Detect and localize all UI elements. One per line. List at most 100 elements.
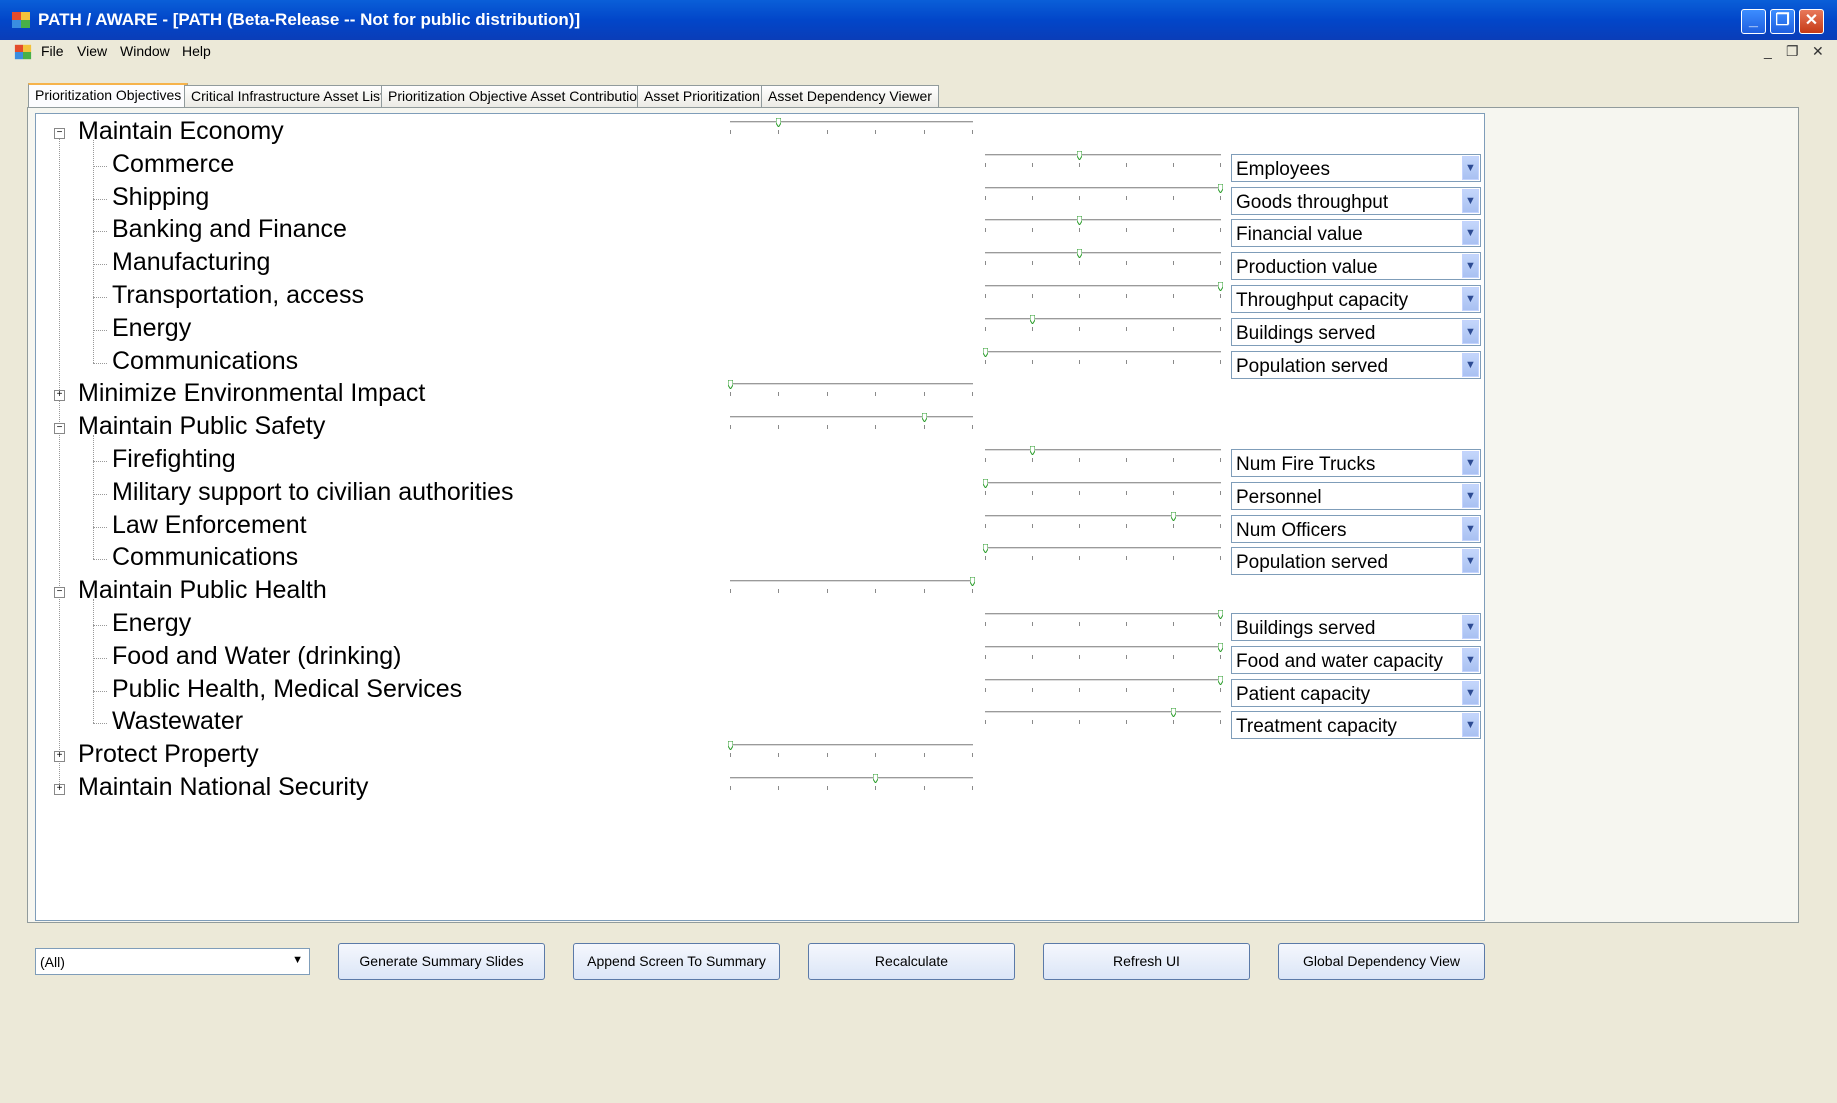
weight-slider[interactable] — [985, 249, 1221, 266]
slider-thumb[interactable] — [1218, 183, 1223, 193]
measure-dropdown[interactable]: Buildings served ▼ — [1231, 317, 1481, 346]
menu-help[interactable]: Help — [182, 43, 211, 59]
tree-node-subobjective[interactable]: Public Health, Medical Services — [112, 675, 462, 704]
weight-slider[interactable] — [730, 413, 973, 430]
measure-dropdown[interactable]: Num Fire Trucks ▼ — [1231, 449, 1481, 477]
tree-node-objective[interactable]: Maintain Economy — [78, 117, 284, 146]
minimize-button[interactable]: _ — [1741, 9, 1766, 34]
weight-slider[interactable] — [728, 741, 973, 758]
tab-dependency-viewer[interactable]: Asset Dependency Viewer — [761, 85, 939, 107]
slider-thumb[interactable] — [873, 774, 879, 783]
tree-collapse-icon[interactable]: − — [54, 128, 65, 139]
measure-dropdown[interactable]: Treatment capacity ▼ — [1231, 711, 1481, 740]
slider-thumb[interactable] — [970, 577, 975, 587]
filter-dropdown[interactable]: (All) ▼ — [35, 948, 310, 975]
measure-dropdown[interactable]: Personnel ▼ — [1231, 481, 1481, 510]
tree-expand-icon[interactable]: + — [54, 784, 65, 795]
tree-collapse-icon[interactable]: − — [54, 587, 65, 599]
tree-collapse-icon[interactable]: − — [54, 423, 65, 435]
weight-slider[interactable] — [985, 446, 1221, 462]
slider-thumb[interactable] — [1077, 249, 1082, 259]
append-screen-button[interactable]: Append Screen To Summary — [573, 943, 780, 980]
tree-node-objective[interactable]: Maintain National Security — [78, 773, 368, 802]
tree-node-objective[interactable]: Maintain Public Health — [78, 576, 327, 605]
measure-dropdown[interactable]: Patient capacity ▼ — [1231, 678, 1481, 707]
weight-slider[interactable] — [985, 314, 1221, 331]
measure-dropdown[interactable]: Population served ▼ — [1231, 547, 1481, 576]
weight-slider[interactable] — [985, 675, 1223, 692]
weight-slider[interactable] — [985, 511, 1221, 528]
weight-slider[interactable] — [985, 642, 1223, 659]
mdi-app-icon[interactable] — [14, 43, 32, 61]
tab-prioritization-objectives[interactable]: Prioritization Objectives — [28, 83, 189, 108]
measure-dropdown[interactable]: Food and water capacity ▼ — [1231, 645, 1481, 674]
slider-thumb[interactable] — [1030, 314, 1035, 324]
slider-thumb[interactable] — [1218, 642, 1223, 652]
weight-slider[interactable] — [985, 216, 1221, 233]
measure-dropdown[interactable]: Production value ▼ — [1231, 252, 1481, 281]
weight-slider[interactable] — [730, 577, 975, 594]
slider-thumb[interactable] — [1218, 282, 1223, 291]
tree-node-subobjective[interactable]: Communications — [112, 543, 298, 572]
tree-node-subobjective[interactable]: Commerce — [112, 150, 234, 179]
slider-thumb[interactable] — [921, 413, 927, 423]
refresh-ui-button[interactable]: Refresh UI — [1043, 943, 1250, 980]
tree-node-subobjective[interactable]: Transportation, access — [112, 281, 364, 310]
measure-dropdown[interactable]: Employees ▼ — [1231, 153, 1481, 182]
generate-summary-slides-button[interactable]: Generate Summary Slides — [338, 943, 545, 980]
weight-slider[interactable] — [983, 347, 1221, 364]
objectives-tree[interactable]: Maintain Economy − Commerce Employees ▼ Shipp… — [35, 113, 1485, 921]
measure-dropdown[interactable]: Population served ▼ — [1231, 350, 1481, 379]
menu-file[interactable]: File — [41, 43, 64, 59]
mdi-close-icon[interactable]: ✕ — [1812, 43, 1824, 60]
weight-slider[interactable] — [730, 774, 973, 790]
slider-thumb[interactable] — [728, 741, 733, 751]
weight-slider[interactable] — [985, 150, 1221, 167]
tree-expand-icon[interactable]: + — [54, 390, 65, 402]
menu-window[interactable]: Window — [120, 43, 170, 59]
close-button[interactable]: ✕ — [1799, 9, 1824, 34]
slider-thumb[interactable] — [728, 380, 733, 390]
measure-dropdown[interactable]: Financial value ▼ — [1231, 219, 1481, 248]
weight-slider[interactable] — [985, 708, 1221, 725]
slider-thumb[interactable] — [983, 347, 988, 357]
slider-thumb[interactable] — [1218, 675, 1223, 685]
tab-objective-asset-contribution[interactable]: Prioritization Objective Asset Contribut… — [381, 85, 652, 107]
weight-slider[interactable] — [730, 118, 973, 134]
slider-thumb[interactable] — [1077, 216, 1082, 226]
recalculate-button[interactable]: Recalculate — [808, 943, 1015, 980]
tree-node-subobjective[interactable]: Communications — [112, 347, 298, 376]
weight-slider[interactable] — [985, 282, 1223, 298]
weight-slider[interactable] — [985, 183, 1223, 200]
tree-expand-icon[interactable]: + — [54, 751, 65, 763]
weight-slider[interactable] — [983, 544, 1221, 561]
tree-node-objective[interactable]: Maintain Public Safety — [78, 412, 325, 441]
menu-view[interactable]: View — [77, 43, 107, 59]
measure-dropdown[interactable]: Throughput capacity ▼ — [1231, 285, 1481, 313]
slider-thumb[interactable] — [983, 544, 988, 554]
measure-dropdown[interactable]: Goods throughput ▼ — [1231, 186, 1481, 215]
slider-thumb[interactable] — [1171, 708, 1176, 718]
mdi-minimize-icon[interactable]: _ — [1764, 43, 1772, 59]
slider-thumb[interactable] — [1077, 150, 1082, 160]
measure-dropdown[interactable]: Buildings served ▼ — [1231, 613, 1481, 641]
tree-node-objective[interactable]: Protect Property — [78, 740, 259, 769]
tree-node-subobjective[interactable]: Military support to civilian authorities — [112, 478, 514, 507]
weight-slider[interactable] — [728, 380, 973, 397]
slider-thumb[interactable] — [776, 118, 782, 127]
slider-thumb[interactable] — [983, 478, 988, 488]
mdi-restore-icon[interactable]: ❐ — [1786, 43, 1799, 60]
tab-asset-prioritization[interactable]: Asset Prioritization — [637, 85, 767, 107]
measure-dropdown[interactable]: Num Officers ▼ — [1231, 514, 1481, 543]
tab-asset-list[interactable]: Critical Infrastructure Asset List — [184, 85, 391, 107]
tree-node-subobjective[interactable]: Law Enforcement — [112, 511, 307, 540]
tree-node-subobjective[interactable]: Food and Water (drinking) — [112, 642, 401, 671]
tree-node-subobjective[interactable]: Energy — [112, 314, 191, 343]
tree-node-subobjective[interactable]: Wastewater — [112, 707, 243, 736]
tree-node-subobjective[interactable]: Shipping — [112, 183, 209, 212]
tree-node-objective[interactable]: Minimize Environmental Impact — [78, 379, 425, 408]
tree-node-subobjective[interactable]: Banking and Finance — [112, 215, 347, 244]
slider-thumb[interactable] — [1030, 446, 1035, 455]
tree-node-subobjective[interactable]: Manufacturing — [112, 248, 270, 277]
tree-node-subobjective[interactable]: Energy — [112, 609, 191, 638]
